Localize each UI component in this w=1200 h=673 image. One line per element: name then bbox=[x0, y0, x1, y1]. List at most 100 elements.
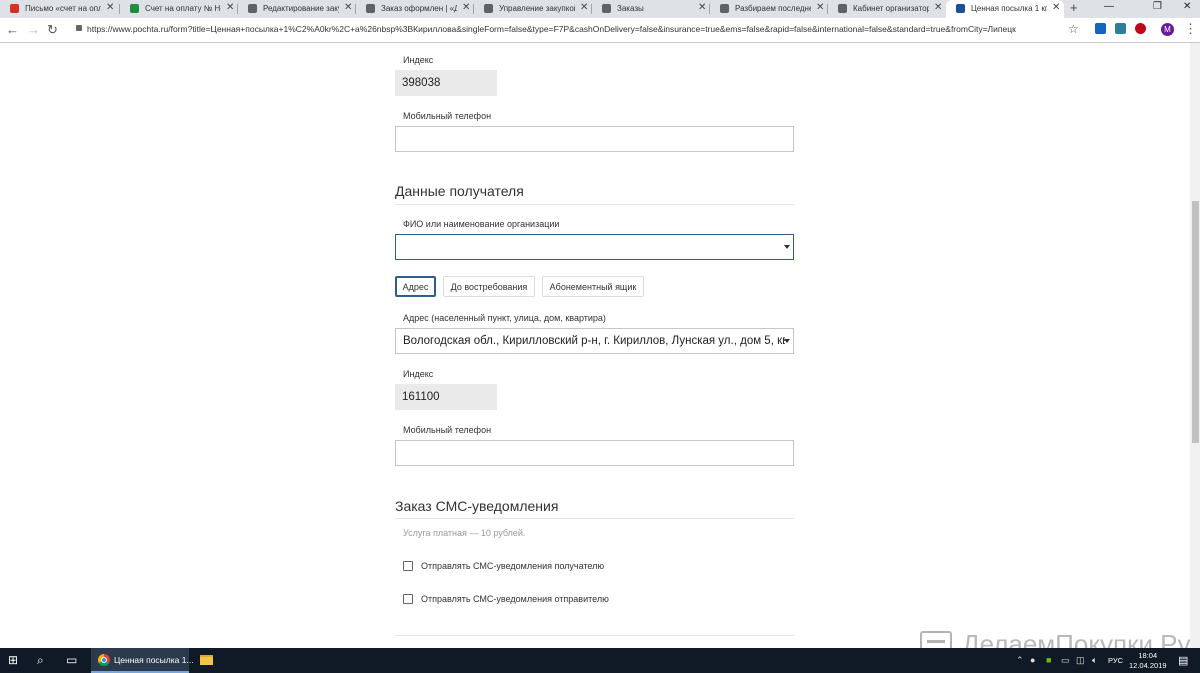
recipient-address-label: Адрес (населенный пункт, улица, дом, ква… bbox=[403, 313, 606, 323]
recipient-phone-input[interactable] bbox=[395, 440, 794, 466]
taskbar-chrome-window[interactable]: Ценная посылка 1... bbox=[91, 648, 194, 673]
close-tab-icon[interactable]: ✕ bbox=[816, 2, 824, 13]
page-favicon-icon bbox=[602, 4, 611, 13]
file-explorer-icon[interactable] bbox=[200, 655, 213, 665]
windows-start-icon[interactable]: ⊞ bbox=[8, 653, 18, 667]
forward-arrow-icon[interactable]: → bbox=[27, 22, 40, 37]
sender-phone-input[interactable] bbox=[395, 126, 794, 152]
delivery-option-poste-restante[interactable]: До востребования bbox=[443, 276, 535, 297]
recipient-name-label: ФИО или наименование организации bbox=[403, 219, 560, 229]
browser-tab[interactable]: Разбираем последнен ✕ bbox=[710, 0, 828, 18]
address-bar[interactable]: https://www.pochta.ru/form?title=Ценная+… bbox=[70, 21, 1085, 39]
close-tab-icon[interactable]: ✕ bbox=[344, 2, 352, 13]
sms-price-note: Услуга платная — 10 рублей. bbox=[403, 528, 526, 538]
page-favicon-icon bbox=[838, 4, 847, 13]
section-divider bbox=[395, 518, 794, 519]
tab-title: Кабинет организатор bbox=[853, 4, 929, 13]
search-icon[interactable]: ⌕ bbox=[37, 653, 44, 668]
page-favicon-icon bbox=[366, 4, 375, 13]
bookmark-star-icon[interactable]: ☆ bbox=[1068, 22, 1079, 36]
url-text[interactable]: https://www.pochta.ru/form?title=Ценная+… bbox=[87, 24, 1062, 34]
browser-tab[interactable]: Управление закупкой ✕ bbox=[474, 0, 592, 18]
minimize-icon[interactable]: — bbox=[1104, 1, 1114, 12]
scrollbar-thumb[interactable] bbox=[1192, 201, 1199, 443]
extension-icon[interactable] bbox=[1095, 23, 1106, 34]
task-view-icon[interactable]: ▭ bbox=[66, 653, 77, 667]
show-hidden-icons-icon[interactable]: ⌃ bbox=[1016, 655, 1024, 666]
tab-title: Разбираем последнен bbox=[735, 4, 811, 13]
scrollbar[interactable] bbox=[1190, 43, 1200, 648]
page-favicon-icon bbox=[484, 4, 493, 13]
close-tab-icon[interactable]: ✕ bbox=[580, 2, 588, 13]
mail-favicon-icon bbox=[10, 4, 19, 13]
recipient-name-combobox[interactable] bbox=[395, 234, 794, 260]
browser-tab-active[interactable]: Ценная посылка 1 кг ✕ bbox=[946, 0, 1064, 18]
tab-strip: Письмо «счет на опла ✕ Счет на оплату № … bbox=[0, 0, 1200, 18]
sheet-favicon-icon bbox=[130, 4, 139, 13]
battery-icon[interactable]: ▭ bbox=[1061, 655, 1070, 666]
sms-recipient-label[interactable]: Отправлять СМС-уведомления получателю bbox=[421, 561, 604, 571]
browser-toolbar: ← → ↻ https://www.pochta.ru/form?title=Ц… bbox=[0, 18, 1200, 43]
close-window-icon[interactable]: ✕ bbox=[1183, 1, 1191, 12]
dropdown-caret-icon bbox=[784, 339, 790, 343]
notifications-icon[interactable]: ▤ bbox=[1178, 654, 1188, 667]
sms-sender-checkbox[interactable] bbox=[403, 594, 413, 604]
watermark-text: ДелаемПокупки.Ру bbox=[962, 629, 1191, 648]
tab-title: Заказы bbox=[617, 4, 644, 13]
page-content: Индекс 398038 Мобильный телефон Данные п… bbox=[0, 43, 1200, 648]
browser-tab[interactable]: Заказ оформлен | «Де ✕ bbox=[356, 0, 474, 18]
volume-icon[interactable]: 🔈︎ bbox=[1092, 655, 1097, 666]
tab-title: Счет на оплату № Н-3 bbox=[145, 4, 221, 13]
tab-title: Управление закупкой bbox=[499, 4, 575, 13]
sms-sender-label[interactable]: Отправлять СМС-уведомления отправителю bbox=[421, 594, 609, 604]
tab-title: Письмо «счет на опла bbox=[25, 4, 101, 13]
recipient-index-label: Индекс bbox=[403, 369, 434, 379]
browser-tab[interactable]: Счет на оплату № Н-3 ✕ bbox=[120, 0, 238, 18]
close-tab-icon[interactable]: ✕ bbox=[1052, 2, 1060, 13]
clock-time: 18:04 bbox=[1138, 651, 1158, 660]
recipient-index-field[interactable]: 161100 bbox=[395, 384, 497, 410]
close-tab-icon[interactable]: ✕ bbox=[226, 2, 234, 13]
watermark-logo-icon bbox=[920, 631, 952, 648]
recipient-address-combobox[interactable]: Вологодская обл., Кирилловский р-н, г. К… bbox=[395, 328, 794, 354]
browser-tab[interactable]: Редактирование заку ✕ bbox=[238, 0, 356, 18]
taskbar-window-title: Ценная посылка 1... bbox=[114, 655, 194, 665]
close-tab-icon[interactable]: ✕ bbox=[462, 2, 470, 13]
sender-phone-label: Мобильный телефон bbox=[403, 111, 492, 121]
tab-title: Заказ оформлен | «Де bbox=[381, 4, 457, 13]
close-tab-icon[interactable]: ✕ bbox=[106, 2, 114, 13]
browser-tab[interactable]: Кабинет организатор ✕ bbox=[828, 0, 946, 18]
sms-section-title: Заказ СМС-уведомления bbox=[395, 498, 559, 514]
delivery-option-address[interactable]: Адрес bbox=[395, 276, 436, 297]
close-tab-icon[interactable]: ✕ bbox=[934, 2, 942, 13]
clock[interactable]: 18:04 12.04.2019 bbox=[1129, 651, 1167, 671]
tray-app-icon[interactable]: ● bbox=[1030, 655, 1035, 665]
profile-avatar[interactable]: M bbox=[1161, 23, 1174, 36]
pinterest-icon[interactable] bbox=[1135, 23, 1146, 34]
browser-tab[interactable]: Письмо «счет на опла ✕ bbox=[0, 0, 120, 18]
nvidia-icon[interactable]: ■ bbox=[1046, 655, 1051, 665]
clock-date: 12.04.2019 bbox=[1129, 661, 1167, 670]
network-icon[interactable]: ◫ bbox=[1076, 655, 1085, 666]
kebab-menu-icon[interactable]: ⋮ bbox=[1184, 21, 1197, 37]
taskbar: ⊞ ⌕ ▭ Ценная посылка 1... ⌃ ● ■ ▭ ◫ 🔈︎ Р… bbox=[0, 648, 1200, 673]
close-tab-icon[interactable]: ✕ bbox=[698, 2, 706, 13]
browser-tab[interactable]: Заказы ✕ bbox=[592, 0, 710, 18]
input-language[interactable]: РУС bbox=[1108, 656, 1123, 665]
recipient-address-value: Вологодская обл., Кирилловский р-н, г. К… bbox=[403, 335, 785, 347]
dropdown-caret-icon bbox=[784, 245, 790, 249]
restore-icon[interactable]: ❐ bbox=[1153, 1, 1162, 12]
sms-recipient-checkbox[interactable] bbox=[403, 561, 413, 571]
back-arrow-icon[interactable]: ← bbox=[6, 22, 19, 37]
tab-title: Ценная посылка 1 кг bbox=[971, 4, 1047, 13]
extension-icon[interactable] bbox=[1115, 23, 1126, 34]
chrome-icon bbox=[98, 654, 110, 666]
section-divider bbox=[395, 635, 794, 636]
sender-index-field[interactable]: 398038 bbox=[395, 70, 497, 96]
delivery-option-po-box[interactable]: Абонементный ящик bbox=[542, 276, 644, 297]
recipient-section-title: Данные получателя bbox=[395, 183, 524, 199]
new-tab-button[interactable]: + bbox=[1070, 0, 1078, 15]
recipient-phone-label: Мобильный телефон bbox=[403, 425, 492, 435]
lock-icon bbox=[76, 25, 82, 31]
reload-icon[interactable]: ↻ bbox=[47, 22, 58, 38]
